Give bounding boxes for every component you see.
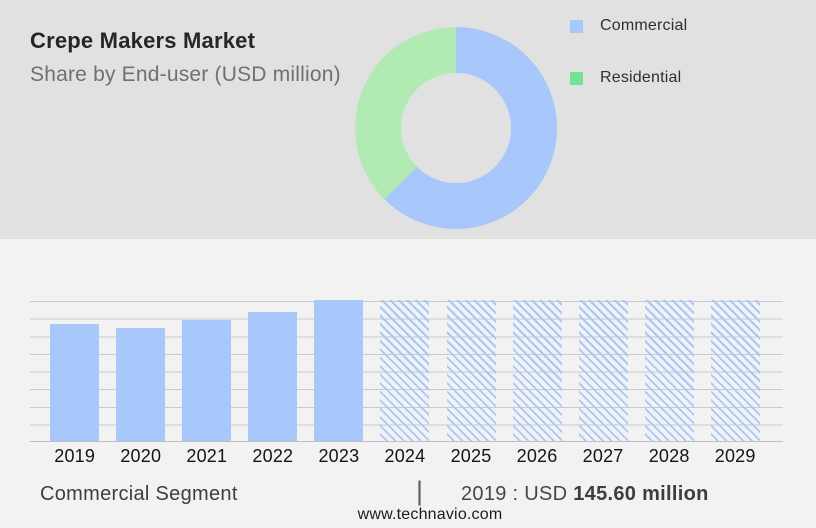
x-axis-labels: 2019 2020 2021 2022 2023 2024 2025 2026 2027 2028… [30,446,783,468]
bar-2020 [116,327,166,441]
bar-2028 [644,300,694,441]
segment-label: Commercial Segment [40,483,238,505]
bar-2027 [578,300,628,441]
x-axis-label-2025: 2025 [450,446,492,466]
x-axis-label-2022: 2022 [252,446,294,466]
bar-2025 [446,300,496,441]
page-subtitle: Share by End-user (USD million) [30,63,341,86]
stat-prefix: 2019 : USD [461,483,568,505]
x-axis-label-2019: 2019 [54,446,96,466]
x-axis-label-2029: 2029 [714,446,756,466]
commercial-swatch [570,19,583,33]
legend-item-commercial: Commercial [570,17,688,34]
stat-value: 145.60 million [573,483,709,505]
bottom-panel: 2019 2020 2021 2022 2023 2024 2025 2026 2027 2028… [0,239,816,528]
x-axis-label-2026: 2026 [516,446,558,466]
stat-text: 2019 : USD 145.60 million [461,483,709,506]
x-axis-label-2021: 2021 [186,446,228,466]
x-axis-label-2020: 2020 [120,446,162,466]
title-block: Crepe Makers Market Share by End-user (U… [30,28,341,87]
legend-item-residential: Residential [570,69,687,86]
x-axis-label-2027: 2027 [582,446,624,466]
x-axis-label-2023: 2023 [318,446,360,466]
x-axis-label-2024: 2024 [384,446,426,466]
donut-chart [355,27,557,229]
bar-2021 [182,320,232,441]
x-axis-label-2028: 2028 [648,446,690,466]
website-url: www.technavio.com [357,506,503,523]
infographic-page: Crepe Makers Market Share by End-user (U… [0,0,816,528]
residential-swatch [570,71,583,85]
bar-2023 [314,300,364,441]
bar-2029 [710,300,760,441]
bar-2019 [50,323,100,441]
legend: Commercial Residential [570,17,688,123]
separator: | [416,476,424,506]
legend-label-commercial: Commercial [600,17,688,34]
bar-2026 [512,300,562,441]
top-panel: Crepe Makers Market Share by End-user (U… [0,0,816,239]
bar-plot [30,300,783,442]
bar-2024 [380,300,430,441]
page-title: Crepe Makers Market [30,28,256,53]
legend-label-residential: Residential [600,69,682,86]
bar-2022 [248,311,298,441]
donut-hole [401,73,511,183]
